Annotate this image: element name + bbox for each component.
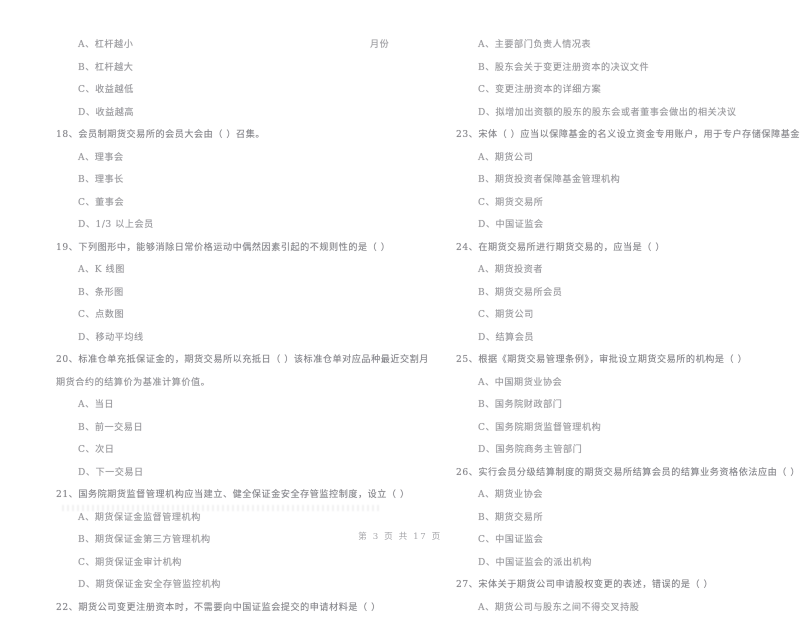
right-option-12: C、期货公司 xyxy=(456,304,792,327)
right-option-21: B、期货交易所 xyxy=(456,507,792,530)
right-option-20: A、期货业协会 xyxy=(456,484,792,507)
right-option-6: B、期货投资者保障基金管理机构 xyxy=(456,169,792,192)
right-question-4: 23、宋体（ ）应当以保障基金的名义设立资金专用账户，用于专户存储保障基金。 xyxy=(456,124,792,147)
right-option-7: C、期货交易所 xyxy=(456,192,792,215)
right-option-15: A、中国期货业协会 xyxy=(456,372,792,395)
right-option-25: A、期货公司与股东之间不得交叉持股 xyxy=(456,597,792,619)
right-option-3: D、拟增加出资额的股东的股东会或者董事会做出的相关决议 xyxy=(456,102,792,125)
right-option-5: A、期货公司 xyxy=(456,147,792,170)
right-question-24: 27、宋体关于期货公司申请股权变更的表述，错误的是（ ） xyxy=(456,574,792,597)
left-option-13: D、移动平均线 xyxy=(56,327,392,350)
left-option-10: A、K 线图 xyxy=(56,259,392,282)
left-option-2: C、收益越低 xyxy=(56,79,392,102)
left-option-19: D、下一交易日 xyxy=(56,462,392,485)
left-option-3: D、收益越高 xyxy=(56,102,392,125)
left-option-0: A、杠杆越小 xyxy=(56,34,392,57)
left-option-17: B、前一交易日 xyxy=(56,417,392,440)
right-option-18: D、国务院商务主管部门 xyxy=(456,439,792,462)
left-question-20: 21、国务院期货监督管理机构应当建立、健全保证金安全存管监控制度，设立（ ） xyxy=(56,484,392,507)
left-option-12: C、点数图 xyxy=(56,304,392,327)
right-option-8: D、中国证监会 xyxy=(456,214,792,237)
exam-page: A、杠杆越小B、杠杆越大C、收益越低D、收益越高18、会员制期货交易所的会员大会… xyxy=(0,0,800,565)
left-continuation-15: 期货合约的结算价为基准计算价值。 xyxy=(56,372,392,395)
left-option-24: D、期货保证金安全存管监控机构 xyxy=(56,574,392,597)
left-question-25: 22、期货公司变更注册资本时，不需要向中国证监会提交的申请材料是（ ） xyxy=(56,597,392,619)
left-option-1: B、杠杆越大 xyxy=(56,57,392,80)
right-option-10: A、期货投资者 xyxy=(456,259,792,282)
left-question-9: 19、下列图形中，能够消除日常价格运动中偶然因素引起的不规则性的是（ ） xyxy=(56,237,392,260)
left-option-23: C、期货保证金审计机构 xyxy=(56,552,392,575)
left-option-16: A、当日 xyxy=(56,394,392,417)
left-option-11: B、条形图 xyxy=(56,282,392,305)
left-option-6: B、理事长 xyxy=(56,169,392,192)
left-option-5: A、理事会 xyxy=(56,147,392,170)
right-option-23: D、中国证监会的派出机构 xyxy=(456,552,792,575)
right-option-0: A、主要部门负责人情况表 xyxy=(456,34,792,57)
right-option-2: C、变更注册资本的详细方案 xyxy=(456,79,792,102)
right-question-14: 月份25、根据《期货交易管理条例》，审批设立期货交易所的机构是（ ） xyxy=(456,349,792,372)
right-option-11: B、期货交易所会员 xyxy=(456,282,792,305)
left-question-4: 18、会员制期货交易所的会员大会由（ ）召集。 xyxy=(56,124,392,147)
right-question-9: 24、在期货交易所进行期货交易的，应当是（ ） xyxy=(456,237,792,260)
left-question-14: 20、标准仓单充抵保证金的，期货交易所以充抵日（ ）该标准仓单对应品种最近交割月 xyxy=(56,349,392,372)
left-option-8: D、1/3 以上会员 xyxy=(56,214,392,237)
right-option-17: C、国务院期货监督管理机构 xyxy=(456,417,792,440)
wrapped-text-bleed: 月份 xyxy=(388,34,389,57)
left-option-7: C、董事会 xyxy=(56,192,392,215)
right-option-13: D、结算会员 xyxy=(456,327,792,350)
left-option-18: C、次日 xyxy=(56,439,392,462)
right-option-16: B、国务院财政部门 xyxy=(456,394,792,417)
page-footer: 第 3 页 共 17 页 xyxy=(0,530,800,542)
scan-artifact xyxy=(62,505,382,511)
right-option-1: B、股东会关于变更注册资本的决议文件 xyxy=(456,57,792,80)
right-question-19: 26、实行会员分级结算制度的期货交易所结算会员的结算业务资格依法应由（ ）批准。 xyxy=(456,462,792,485)
